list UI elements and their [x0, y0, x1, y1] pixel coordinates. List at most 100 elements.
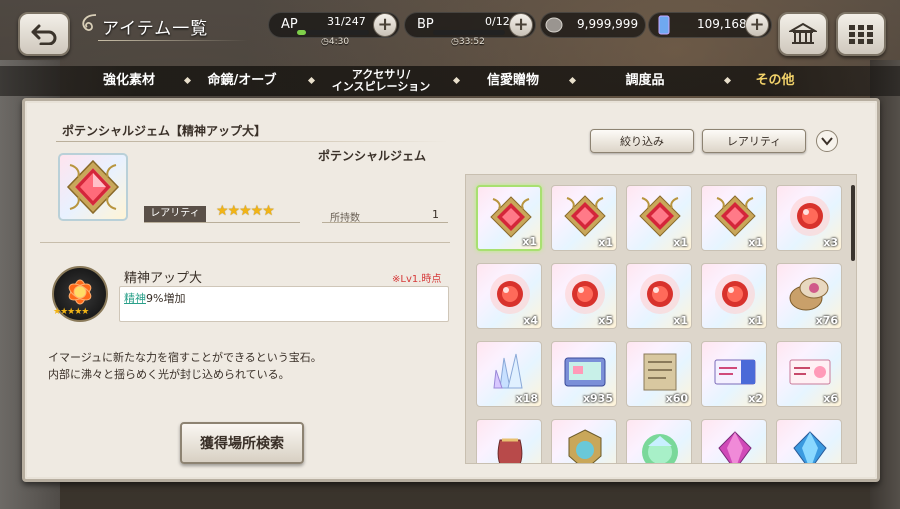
rarity-sort-button[interactable]: レアリティ — [702, 129, 806, 153]
category-tabs: 強化素材 命鏡/オーブ アクセサリ/ インスピレーション 信愛贈物 調度品 その… — [0, 66, 900, 96]
skill-stars: ★★★★★ — [53, 307, 89, 317]
item-quantity: x60 — [665, 392, 688, 405]
back-button[interactable] — [18, 12, 70, 56]
red-orb-icon — [715, 274, 755, 314]
blue-crystal-icon — [793, 431, 827, 463]
skill-effect: 精神9%増加 — [124, 292, 186, 305]
ornate-red-gem-icon — [564, 195, 606, 237]
item-cell[interactable]: x5 — [551, 263, 617, 329]
pouch-icon — [497, 438, 523, 463]
item-quantity: x18 — [515, 392, 538, 405]
ap-bar — [297, 30, 369, 35]
item-category: ポテンシャルジェム — [318, 149, 427, 163]
ap-timer: ◷4:30 — [321, 37, 350, 47]
item-cell[interactable]: x1 — [626, 263, 692, 329]
item-cell[interactable]: x935 — [551, 341, 617, 407]
gem-stat: 109,168 + — [648, 12, 772, 38]
old-map-icon — [643, 353, 677, 391]
grid-scrollbar[interactable] — [851, 185, 855, 261]
rarity-label: レアリティ — [144, 206, 206, 222]
red-orb-icon — [490, 274, 530, 314]
ornament-icon — [82, 14, 97, 31]
item-cell[interactable]: x1 — [551, 185, 617, 251]
item-quantity: x1 — [673, 236, 688, 249]
rarity-stars: ★★★★★ — [216, 203, 275, 219]
sort-order-button[interactable] — [816, 130, 838, 152]
tab-mirrors[interactable]: 命鏡/オーブ — [190, 66, 294, 96]
ap-value: 31/247 — [327, 15, 366, 28]
filter-button[interactable]: 絞り込み — [590, 129, 694, 153]
red-orb-icon — [565, 274, 605, 314]
ornate-red-gem-icon — [714, 195, 756, 237]
menu-button[interactable] — [836, 12, 886, 56]
tab-gifts[interactable]: 信愛贈物 — [458, 66, 568, 96]
shop-button[interactable] — [778, 12, 828, 56]
top-bar: アイテム一覧 AP 31/247 ◷4:30 + BP 0/12 ◷33:52 … — [0, 0, 900, 64]
item-quantity: x1 — [598, 236, 613, 249]
item-cell[interactable] — [551, 419, 617, 463]
item-cell[interactable]: x6 — [776, 341, 842, 407]
tab-materials[interactable]: 強化素材 — [78, 66, 180, 96]
bp-stat: BP 0/12 ◷33:52 + — [404, 12, 536, 47]
item-quantity: x3 — [823, 236, 838, 249]
tab-furniture[interactable]: 調度品 — [574, 66, 716, 96]
item-cell[interactable]: x2 — [701, 341, 767, 407]
bp-bar — [433, 30, 505, 35]
item-cell[interactable]: x1 — [476, 185, 542, 251]
coin-value: 9,999,999 — [577, 17, 639, 31]
item-cell[interactable] — [476, 419, 542, 463]
item-quantity: x2 — [748, 392, 763, 405]
ornate-red-gem-icon — [66, 159, 120, 215]
skill-stat-link[interactable]: 精神 — [124, 292, 146, 305]
ticket-blue-icon — [714, 359, 756, 385]
add-bp-button[interactable]: + — [509, 13, 533, 37]
item-description: イマージュに新たな力を宿すことができるという宝石。 内部に沸々と揺らめく光が封じ… — [48, 351, 322, 381]
item-cell[interactable] — [701, 419, 767, 463]
ticket-pink-icon — [789, 359, 831, 385]
red-orb-icon — [640, 274, 680, 314]
find-source-button[interactable]: 獲得場所検索 — [180, 422, 304, 464]
skill-note: ※Lv1.時点 — [392, 274, 442, 285]
item-cell[interactable]: x18 — [476, 341, 542, 407]
item-cell[interactable] — [776, 419, 842, 463]
item-cell[interactable]: x1 — [701, 185, 767, 251]
add-ap-button[interactable]: + — [373, 13, 397, 37]
owned-value: 1 — [432, 208, 439, 221]
ornate-red-gem-icon — [639, 195, 681, 237]
bp-timer: ◷33:52 — [451, 37, 485, 47]
gem-value: 109,168 — [697, 17, 747, 31]
item-quantity: x76 — [815, 314, 838, 327]
item-cell[interactable]: x60 — [626, 341, 692, 407]
page-title-wrap: アイテム一覧 — [78, 10, 248, 41]
item-quantity: x1 — [522, 235, 537, 248]
building-icon — [789, 22, 817, 44]
chevron-down-icon — [821, 137, 833, 146]
bp-label: BP — [417, 17, 434, 32]
item-cell[interactable]: x1 — [701, 263, 767, 329]
item-cell[interactable]: x76 — [776, 263, 842, 329]
compact-mirror-icon — [789, 277, 829, 311]
item-quantity: x935 — [582, 392, 613, 405]
grid-menu-icon — [849, 25, 873, 44]
purple-crystal-icon — [718, 431, 752, 463]
item-quantity: x1 — [748, 236, 763, 249]
item-name: ポテンシャルジェム【精神アップ大】 — [62, 124, 267, 138]
ap-stat: AP 31/247 ◷4:30 + — [268, 12, 400, 47]
bp-value: 0/12 — [485, 15, 510, 28]
page-title: アイテム一覧 — [102, 19, 209, 39]
item-image — [58, 153, 128, 221]
ornate-red-gem-icon — [490, 196, 532, 238]
item-quantity: x1 — [748, 314, 763, 327]
tab-other[interactable]: その他 — [730, 66, 820, 96]
add-gem-button[interactable]: + — [745, 13, 769, 37]
coin-icon — [545, 17, 563, 33]
item-cell[interactable] — [626, 419, 692, 463]
gem-icon — [658, 15, 670, 35]
item-cell[interactable]: x4 — [476, 263, 542, 329]
back-arrow-icon — [31, 24, 57, 45]
item-cell[interactable]: x1 — [626, 185, 692, 251]
item-cell[interactable]: x3 — [776, 185, 842, 251]
red-orb-icon — [790, 196, 830, 236]
item-quantity: x4 — [523, 314, 538, 327]
tab-accessories[interactable]: アクセサリ/ インスピレーション — [314, 66, 448, 96]
